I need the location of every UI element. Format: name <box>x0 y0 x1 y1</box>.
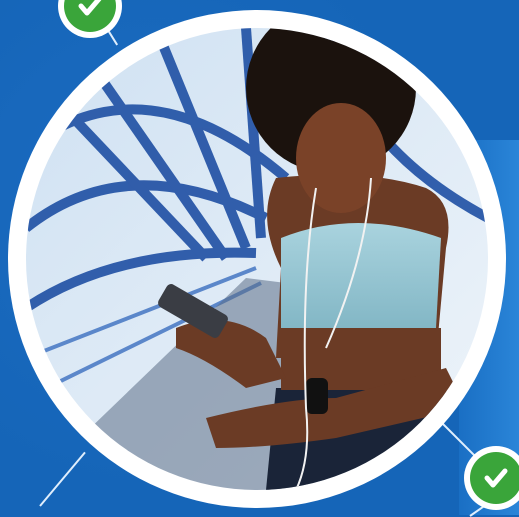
athlete-photo <box>26 28 488 490</box>
checkmark-badge <box>464 446 519 510</box>
photo-ring <box>8 10 506 508</box>
athlete-illustration <box>26 28 488 490</box>
checkmark-icon <box>484 468 508 488</box>
checkmark-icon <box>78 0 102 16</box>
